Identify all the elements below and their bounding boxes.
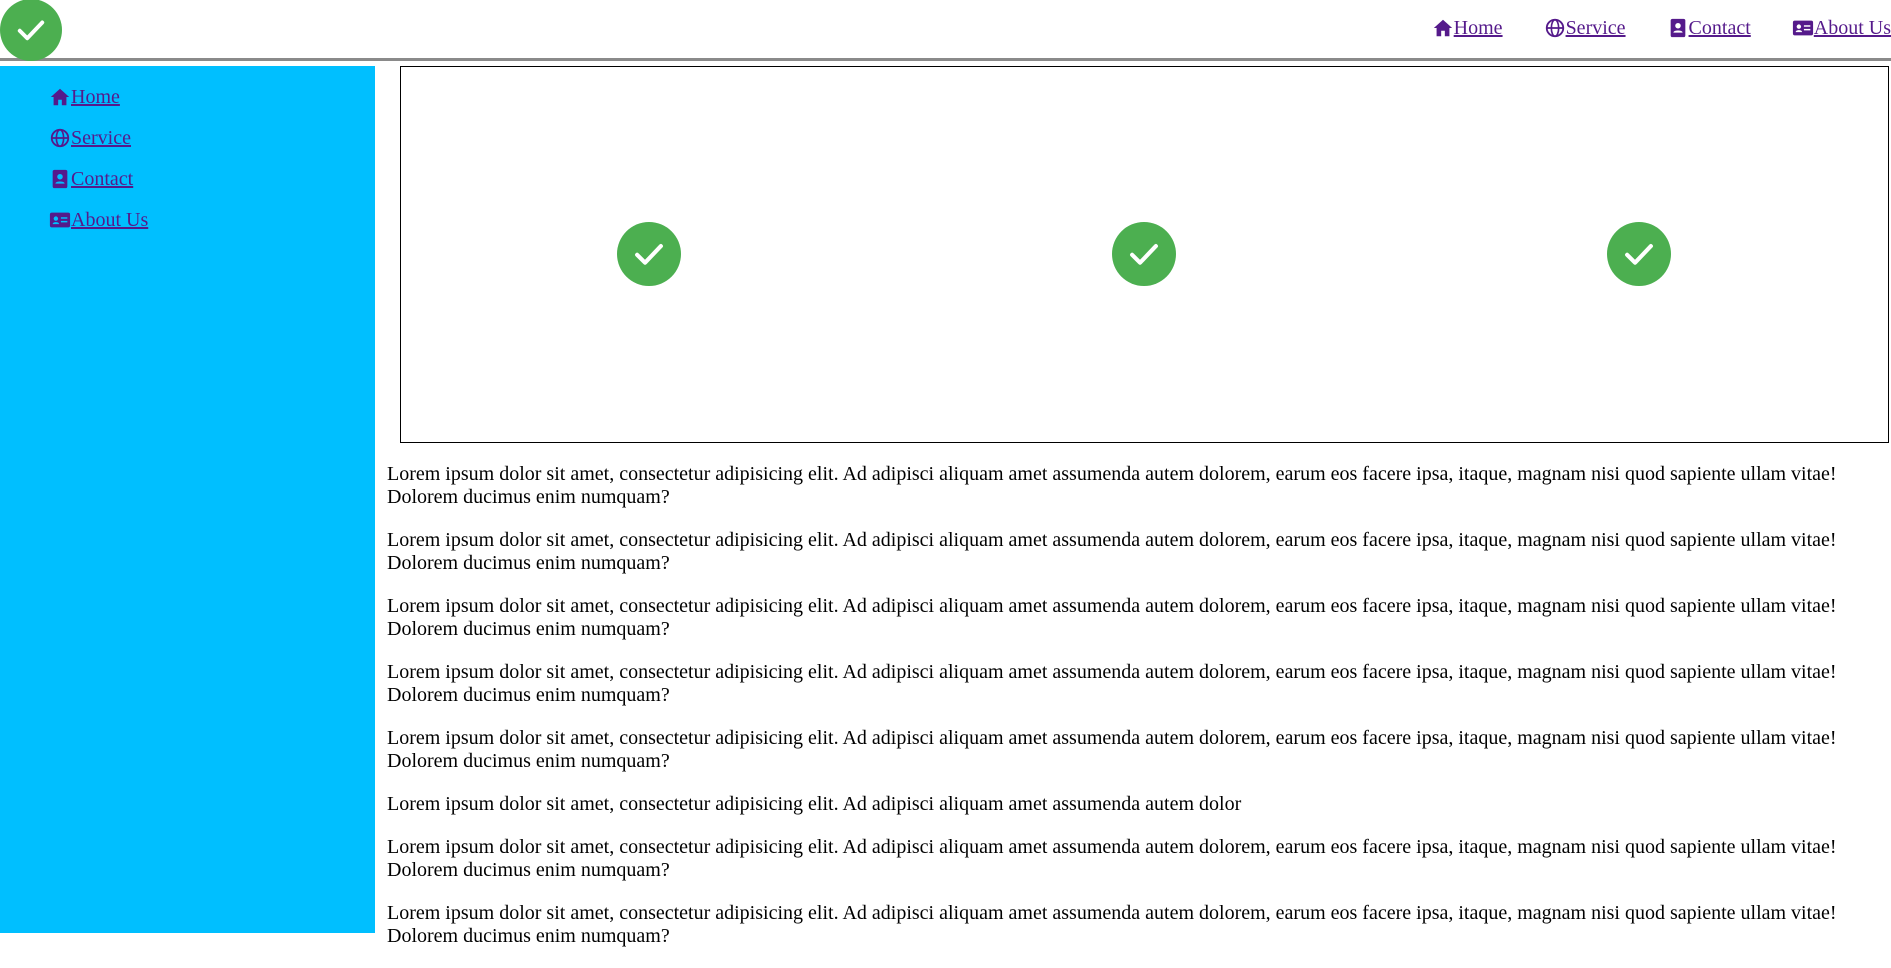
check-icon: [1625, 244, 1653, 265]
main-content: Lorem ipsum dolor sit amet, consectetur …: [387, 463, 1852, 968]
check-icon: [17, 20, 45, 41]
id-card-icon: [1792, 20, 1813, 36]
globe-icon: [1545, 18, 1564, 38]
topnav-label: Service: [1565, 17, 1626, 39]
content-paragraph: Lorem ipsum dolor sit amet, consectetur …: [387, 463, 1837, 508]
content-paragraph: Lorem ipsum dolor sit amet, consectetur …: [387, 902, 1837, 947]
contact-card-icon: [52, 169, 68, 189]
content-paragraph: Lorem ipsum dolor sit amet, consectetur …: [387, 529, 1837, 574]
sidebar-item-about[interactable]: About Us: [49, 207, 148, 233]
sidebar-item-home[interactable]: Home: [49, 84, 148, 110]
id-card-icon: [49, 212, 71, 228]
sidebar-item-label: Contact: [71, 168, 134, 190]
topnav-link-service[interactable]: Service: [1544, 15, 1626, 41]
topnav-label: About Us: [1813, 17, 1891, 39]
side-nav: Home Service Contact About Us: [49, 84, 148, 248]
content-paragraph: Lorem ipsum dolor sit amet, consectetur …: [387, 595, 1837, 640]
topnav-label: Home: [1453, 17, 1503, 39]
home-icon: [50, 88, 70, 106]
logo[interactable]: [0, 0, 62, 61]
sidebar-item-label: About Us: [71, 209, 149, 231]
contact-card-icon: [1670, 18, 1685, 38]
check-icon: [1130, 244, 1158, 265]
sidebar-item-label: Home: [71, 86, 120, 108]
globe-icon: [50, 128, 70, 148]
topnav-link-contact[interactable]: Contact: [1667, 15, 1751, 41]
sidebar-item-contact[interactable]: Contact: [49, 166, 148, 192]
site-header: Home Service Contact About Us: [0, 0, 1891, 61]
topnav-label: Contact: [1688, 17, 1751, 39]
image-slider[interactable]: [400, 66, 1889, 443]
check-icon: [635, 244, 663, 265]
content-paragraph: Lorem ipsum dolor sit amet, consectetur …: [387, 836, 1837, 881]
slide-3: [1607, 222, 1671, 286]
sidebar-item-label: Service: [71, 127, 131, 149]
content-paragraph: Lorem ipsum dolor sit amet, consectetur …: [387, 661, 1837, 706]
content-paragraph: Lorem ipsum dolor sit amet, consectetur …: [387, 793, 1242, 815]
sidebar: Home Service Contact About Us: [0, 66, 375, 933]
sidebar-item-service[interactable]: Service: [49, 125, 148, 151]
slide-2: [1112, 222, 1176, 286]
slide-1: [617, 222, 681, 286]
topnav-link-home[interactable]: Home: [1432, 15, 1503, 41]
content-paragraph: Lorem ipsum dolor sit amet, consectetur …: [387, 727, 1837, 772]
home-icon: [1433, 19, 1452, 37]
top-nav: Home Service Contact About Us: [1432, 15, 1891, 41]
topnav-link-about[interactable]: About Us: [1792, 15, 1891, 41]
